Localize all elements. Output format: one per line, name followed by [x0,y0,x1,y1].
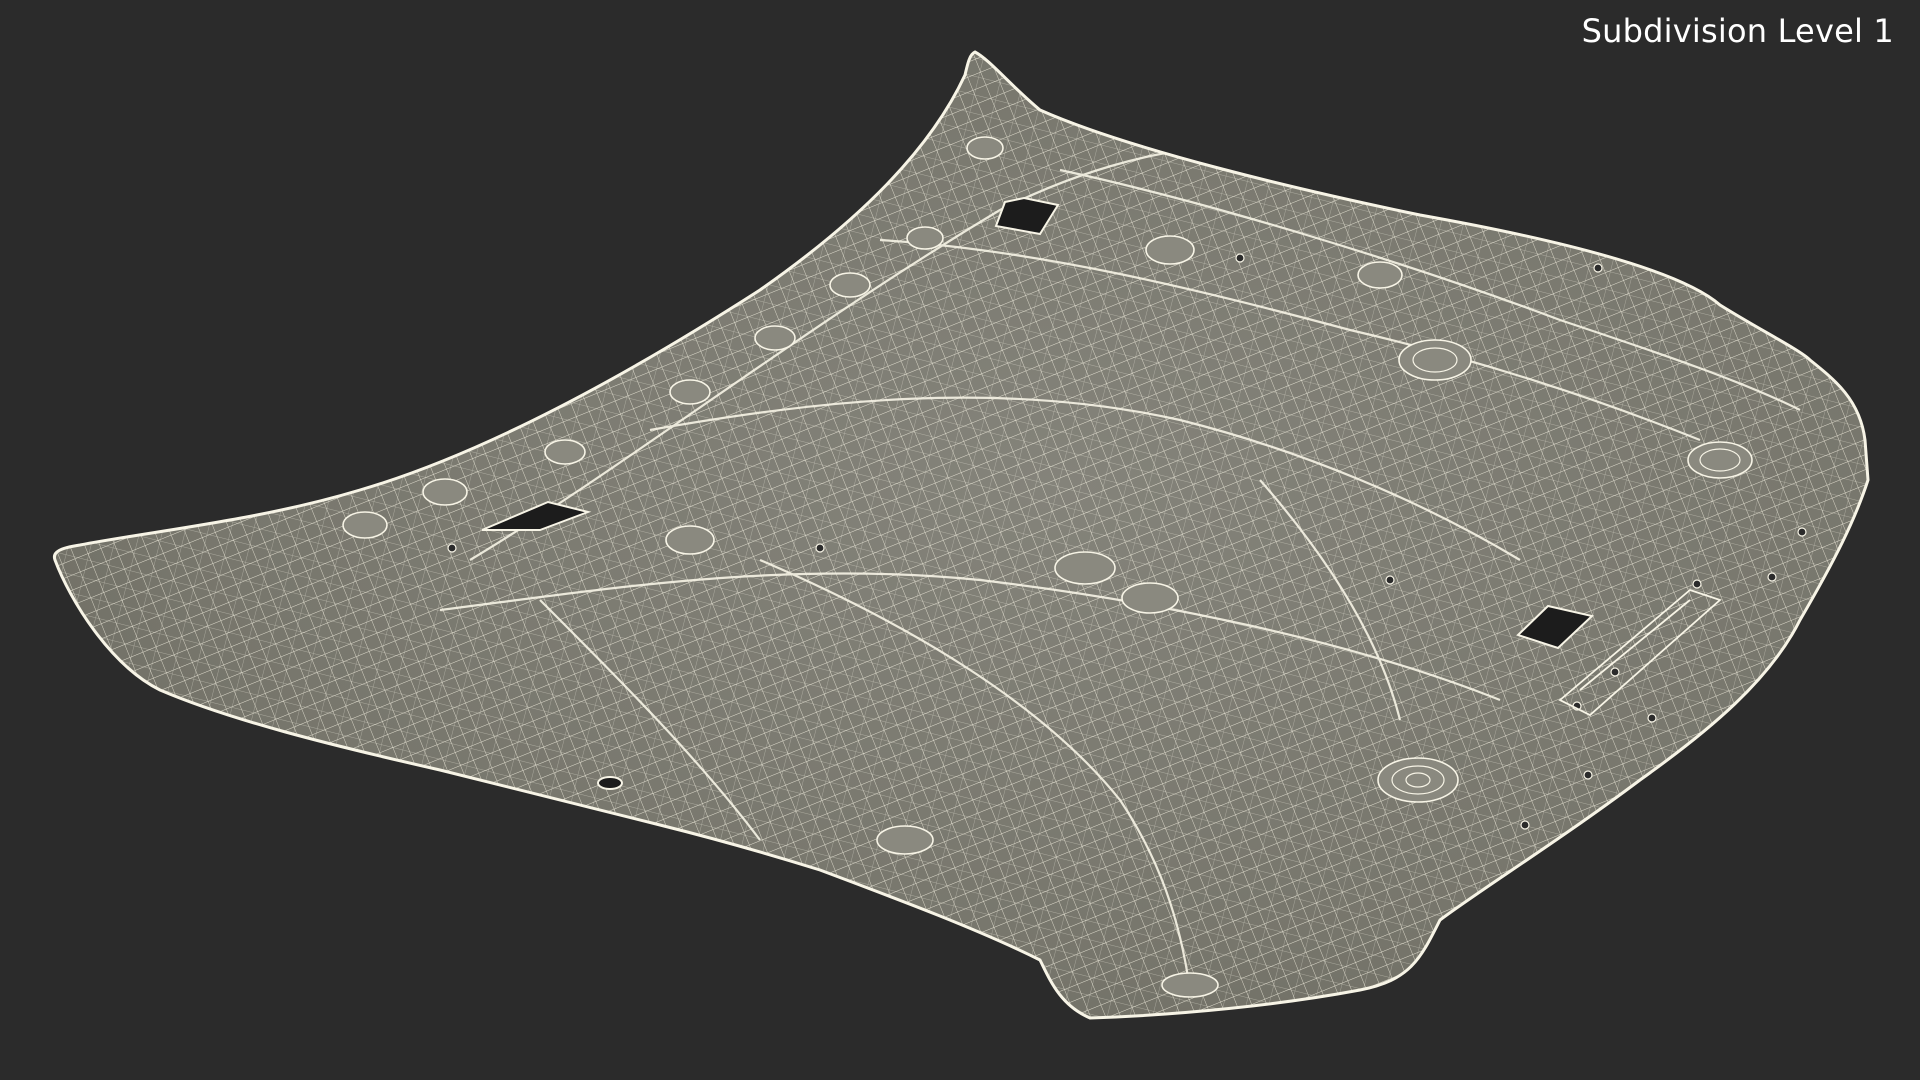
viewport: Subdivision Level 1 [0,0,1920,1080]
wireframe-grid [54,52,1868,1018]
hood-liner-wireframe-mesh [52,50,1870,1020]
subdivision-level-label: Subdivision Level 1 [1581,12,1894,50]
